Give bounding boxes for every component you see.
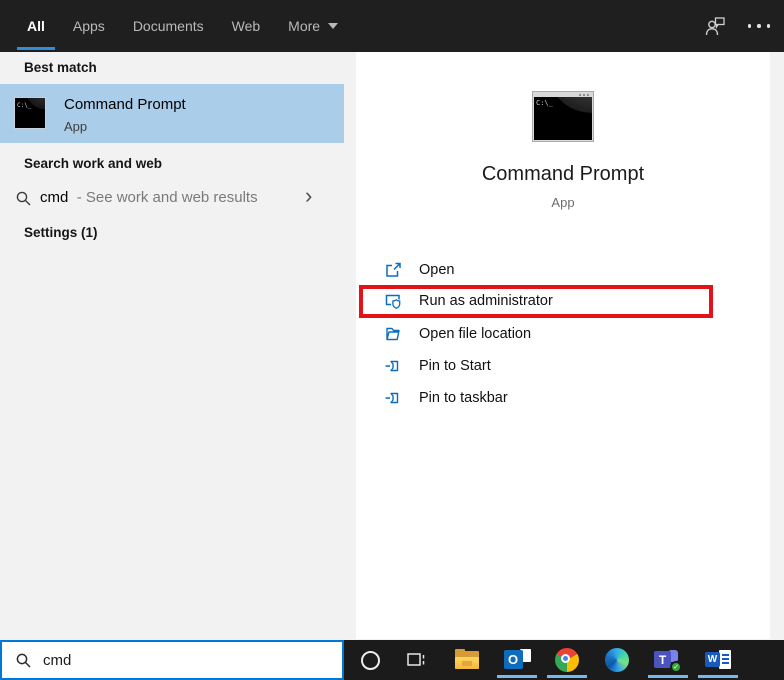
file-explorer-button[interactable] — [445, 640, 489, 680]
best-match-result-command-prompt[interactable]: C:\_ Command Prompt App — [0, 84, 344, 143]
tab-documents-label: Documents — [133, 0, 204, 52]
tab-web[interactable]: Web — [218, 0, 275, 52]
web-search-query: cmd — [40, 189, 68, 206]
action-open-file-location-label: Open file location — [419, 326, 531, 342]
app-title: Command Prompt — [356, 163, 770, 186]
run-as-admin-shield-icon — [384, 292, 402, 310]
folder-location-icon — [384, 325, 402, 343]
command-prompt-icon: C:\_ — [14, 97, 46, 129]
teams-icon: T ✓ — [654, 648, 682, 672]
open-icon — [384, 261, 402, 279]
filter-tabs: All Apps Documents Web More — [13, 0, 352, 52]
running-indicator — [497, 675, 537, 678]
tab-apps-label: Apps — [73, 0, 105, 52]
word-button[interactable]: W — [696, 640, 740, 680]
running-indicator — [547, 675, 587, 678]
running-indicator — [698, 675, 738, 678]
action-pin-to-taskbar-label: Pin to taskbar — [419, 390, 508, 406]
cortana-icon — [361, 651, 380, 670]
cortana-button[interactable] — [348, 640, 392, 680]
chevron-down-icon — [328, 23, 338, 29]
action-run-as-administrator-label: Run as administrator — [419, 293, 553, 309]
action-run-as-administrator[interactable]: Run as administrator — [384, 289, 553, 313]
task-view-button[interactable] — [394, 640, 438, 680]
chrome-button[interactable] — [545, 640, 589, 680]
settings-header: Settings (1) — [24, 225, 98, 240]
web-search-result[interactable]: cmd - See work and web results › — [0, 180, 344, 218]
action-open-label: Open — [419, 262, 454, 278]
feedback-icon[interactable] — [702, 14, 728, 40]
word-icon: W — [705, 648, 731, 672]
tab-all-label: All — [27, 0, 45, 52]
best-match-header: Best match — [24, 60, 97, 75]
file-explorer-icon — [455, 651, 479, 669]
best-match-title: Command Prompt — [64, 96, 186, 113]
action-pin-to-taskbar[interactable]: Pin to taskbar — [384, 386, 508, 410]
app-subtitle: App — [356, 195, 770, 210]
chrome-icon — [555, 648, 579, 672]
taskbar: O T ✓ W — [344, 640, 784, 680]
tab-apps[interactable]: Apps — [59, 0, 119, 52]
pin-icon — [384, 357, 402, 375]
web-search-header: Search work and web — [24, 156, 162, 171]
command-prompt-icon-large: C:\_ — [532, 91, 594, 142]
web-search-suffix: - See work and web results — [73, 189, 258, 206]
search-filter-bar: All Apps Documents Web More — [0, 0, 784, 52]
pin-icon — [384, 389, 402, 407]
web-search-text: cmd - See work and web results — [40, 189, 258, 206]
chevron-right-icon[interactable]: › — [305, 183, 312, 209]
search-input[interactable] — [43, 652, 303, 669]
search-icon — [15, 190, 32, 207]
action-open[interactable]: Open — [384, 258, 454, 282]
outlook-button[interactable]: O — [495, 640, 539, 680]
action-pin-to-start-label: Pin to Start — [419, 358, 491, 374]
running-indicator — [648, 675, 688, 678]
windows-search-flyout: All Apps Documents Web More — [0, 0, 784, 680]
edge-icon — [605, 648, 629, 672]
more-options-icon[interactable] — [748, 24, 771, 28]
best-match-subtitle: App — [64, 119, 87, 134]
action-open-file-location[interactable]: Open file location — [384, 322, 531, 346]
tab-web-label: Web — [232, 0, 261, 52]
edge-button[interactable] — [595, 640, 639, 680]
task-view-icon — [405, 649, 427, 671]
tab-more[interactable]: More — [274, 0, 352, 52]
action-pin-to-start[interactable]: Pin to Start — [384, 354, 491, 378]
tab-all[interactable]: All — [13, 0, 59, 52]
tab-more-label: More — [288, 0, 320, 52]
teams-button[interactable]: T ✓ — [646, 640, 690, 680]
tab-documents[interactable]: Documents — [119, 0, 218, 52]
taskbar-search-box[interactable] — [0, 640, 344, 680]
outlook-icon: O — [504, 648, 531, 672]
search-icon — [15, 652, 32, 669]
